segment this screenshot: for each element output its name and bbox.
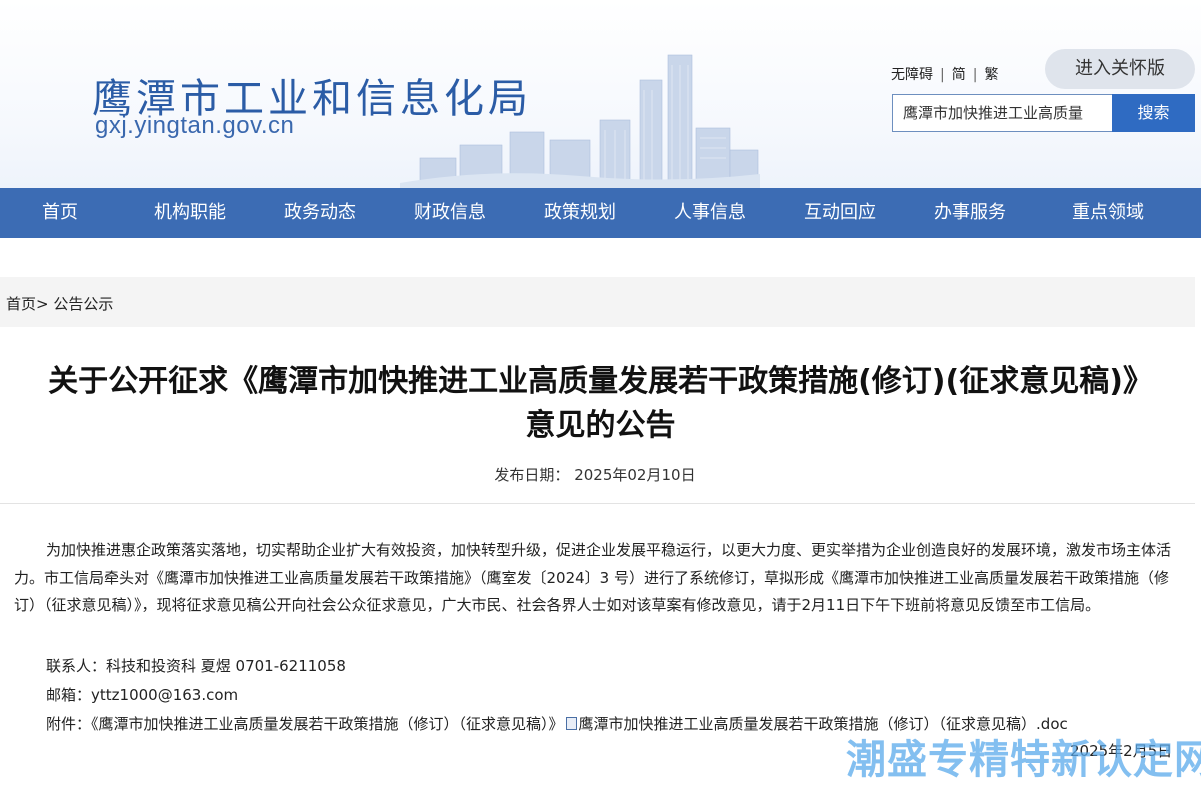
attachment-label: 附件： (46, 715, 92, 733)
main-nav: 首页 机构职能 政务动态 财政信息 政策规划 人事信息 互动回应 办事服务 重点… (0, 188, 1201, 238)
nav-item-organization[interactable]: 机构职能 (140, 188, 240, 238)
breadcrumb-separator: > (36, 295, 49, 313)
article-body: 为加快推进惠企政策落实落地，切实帮助企业扩大有效投资，加快转型升级，促进企业发展… (14, 537, 1174, 620)
top-links: 无障碍 | 简 | 繁 (891, 67, 999, 83)
watermark: 潮盛专精特新认定网 (846, 737, 1201, 783)
care-mode-button[interactable]: 进入关怀版 (1045, 49, 1195, 89)
simplified-chinese-link[interactable]: 简 (952, 67, 966, 83)
attachment-title: 《鹰潭市加快推进工业高质量发展若干政策措施（修订）（征求意见稿）》 (91, 715, 564, 733)
nav-item-news[interactable]: 政务动态 (270, 188, 370, 238)
publish-date-label: 发布日期： (494, 466, 570, 484)
email-line: 邮箱：yttz1000@163.com (46, 684, 238, 705)
divider (0, 503, 1195, 504)
email-label: 邮箱： (46, 686, 92, 704)
publish-date: 发布日期： 2025年02月10日 (0, 464, 1190, 485)
breadcrumb: 首页> 公告公示 (0, 277, 1195, 327)
traditional-chinese-link[interactable]: 繁 (984, 67, 998, 83)
article-paragraph: 为加快推进惠企政策落实落地，切实帮助企业扩大有效投资，加快转型升级，促进企业发展… (14, 541, 1172, 614)
nav-item-personnel[interactable]: 人事信息 (660, 188, 760, 238)
nav-item-home[interactable]: 首页 (20, 188, 100, 238)
skyline-illustration (400, 54, 760, 188)
breadcrumb-home[interactable]: 首页 (6, 295, 36, 313)
site-header: 鹰潭市工业和信息化局 gxj.yingtan.gov.cn 无障碍 | 简 | 繁 进入… (0, 0, 1201, 188)
search-input[interactable]: 鹰潭市加快推进工业高质量 (892, 94, 1112, 132)
nav-item-interaction[interactable]: 互动回应 (790, 188, 890, 238)
email-value: yttz1000@163.com (91, 686, 239, 704)
nav-item-finance[interactable]: 财政信息 (400, 188, 500, 238)
article-title-line1: 关于公开征求《鹰潭市加快推进工业高质量发展若干政策措施(修订)(征求意见稿)》 (48, 364, 1153, 399)
contact-line: 联系人：科技和投资科 夏煜 0701-6211058 (46, 657, 346, 675)
nav-item-services[interactable]: 办事服务 (920, 188, 1020, 238)
nav-item-key-areas[interactable]: 重点领域 (1058, 188, 1158, 238)
breadcrumb-current[interactable]: 公告公示 (53, 295, 113, 313)
site-domain: gxj.yingtan.gov.cn (95, 112, 295, 139)
search-button[interactable]: 搜索 (1112, 94, 1195, 132)
article-title-line2: 意见的公告 (525, 408, 676, 443)
publish-date-value: 2025年02月10日 (574, 466, 696, 484)
document-icon (565, 717, 577, 730)
nav-item-policy[interactable]: 政策规划 (530, 188, 630, 238)
article-title: 关于公开征求《鹰潭市加快推进工业高质量发展若干政策措施(修订)(征求意见稿)》 … (0, 360, 1201, 448)
accessibility-link[interactable]: 无障碍 (891, 67, 933, 83)
